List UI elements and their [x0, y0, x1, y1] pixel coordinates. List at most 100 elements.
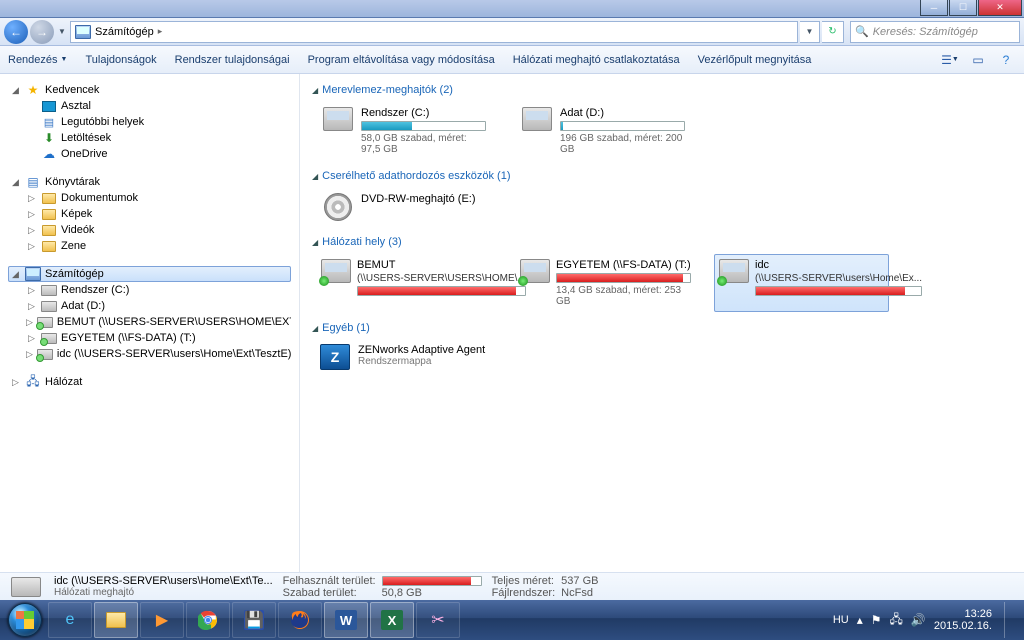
zenworks-item[interactable]: Z ZENworks Adaptive Agent Rendszermappa [316, 340, 536, 374]
address-bar[interactable]: Számítógép ▸ [70, 21, 798, 43]
explorer-icon [104, 608, 128, 632]
network-icon: 🖧 [25, 375, 41, 389]
back-button[interactable]: ← [4, 20, 28, 44]
language-indicator[interactable]: HU [833, 614, 849, 626]
star-icon: ★ [25, 83, 41, 97]
navigation-tree: ◢★Kedvencek Asztal ▤Legutóbbi helyek ⬇Le… [0, 74, 300, 572]
show-desktop-button[interactable] [1004, 602, 1014, 638]
taskbar-ie[interactable]: e [48, 602, 92, 638]
zenworks-icon: Z [320, 344, 350, 370]
content-pane: ◢Merevlemez-meghajtók (2) Rendszer (C:) … [300, 74, 1024, 572]
taskbar-save-icon[interactable]: 💾 [232, 602, 276, 638]
tray-up-icon[interactable]: ▴ [857, 613, 863, 627]
close-button[interactable]: ✕ [978, 0, 1022, 16]
section-network[interactable]: ◢Hálózati hely (3) [312, 236, 1012, 248]
sidebar-item-videos[interactable]: ▷Videók [8, 222, 291, 238]
taskbar-chrome[interactable] [186, 602, 230, 638]
media-player-icon: ▶ [150, 608, 174, 632]
folder-icon [42, 209, 56, 220]
taskbar-excel[interactable]: X [370, 602, 414, 638]
taskbar-firefox[interactable] [278, 602, 322, 638]
excel-icon: X [381, 610, 403, 630]
details-fs-value: NcFsd [561, 587, 598, 599]
sidebar-item-drive-t[interactable]: ▷EGYETEM (\\FS-DATA) (T:) [8, 330, 291, 346]
section-removable[interactable]: ◢Cserélhető adathordozós eszközök (1) [312, 170, 1012, 182]
section-hdd[interactable]: ◢Merevlemez-meghajtók (2) [312, 84, 1012, 96]
taskbar-snipping[interactable]: ✂ [416, 602, 460, 638]
nav-history-dropdown[interactable]: ▼ [56, 21, 68, 43]
minimize-button[interactable]: ─ [920, 0, 948, 16]
windows-orb-icon [8, 603, 42, 637]
sidebar-item-onedrive[interactable]: ☁OneDrive [8, 146, 291, 162]
sidebar-item-drive-d[interactable]: ▷Adat (D:) [8, 298, 291, 314]
forward-button[interactable]: → [30, 20, 54, 44]
libraries-group[interactable]: ◢▤Könyvtárak [8, 174, 291, 190]
sidebar-item-desktop[interactable]: Asztal [8, 98, 291, 114]
sidebar-item-pictures[interactable]: ▷Képek [8, 206, 291, 222]
chevron-down-icon: ▼ [61, 56, 68, 63]
section-other[interactable]: ◢Egyéb (1) [312, 322, 1012, 334]
sidebar-item-documents[interactable]: ▷Dokumentumok [8, 190, 291, 206]
open-control-panel-button[interactable]: Vezérlőpult megnyitása [698, 54, 812, 66]
drive-icon [41, 301, 57, 312]
collapse-icon: ◢ [312, 238, 318, 247]
details-type: Hálózati meghajtó [54, 587, 273, 598]
sidebar-item-computer[interactable]: ◢Számítógép [8, 266, 291, 282]
breadcrumb-arrow-icon[interactable]: ▸ [158, 26, 163, 37]
drive-dvd[interactable]: DVD-RW-meghajtó (E:) [316, 188, 491, 226]
details-pane: idc (\\USERS-SERVER\users\Home\Ext\Te...… [0, 572, 1024, 600]
usage-bar [556, 273, 691, 283]
sidebar-item-network[interactable]: ▷🖧Hálózat [8, 374, 291, 390]
volume-icon[interactable]: 🔊 [911, 613, 926, 627]
details-drive-icon [8, 575, 44, 599]
window-titlebar: ─ ☐ ✕ [0, 0, 1024, 18]
hdd-icon [522, 107, 552, 131]
usage-bar [560, 121, 685, 131]
taskbar-word[interactable]: W [324, 602, 368, 638]
firefox-icon [288, 608, 312, 632]
taskbar-media[interactable]: ▶ [140, 602, 184, 638]
view-options-button[interactable]: ☰▼ [940, 50, 960, 70]
floppy-icon: 💾 [244, 610, 264, 630]
ie-icon: e [58, 608, 82, 632]
help-button[interactable]: ? [996, 50, 1016, 70]
organize-menu[interactable]: Rendezés ▼ [8, 54, 67, 66]
sidebar-item-drive-z[interactable]: ▷idc (\\USERS-SERVER\users\Home\Ext\Tesz… [8, 346, 291, 362]
folder-icon [42, 225, 56, 236]
uninstall-program-button[interactable]: Program eltávolítása vagy módosítása [308, 54, 495, 66]
sidebar-item-music[interactable]: ▷Zene [8, 238, 291, 254]
details-free-label: Szabad terület: [283, 587, 376, 599]
clock[interactable]: 13:26 2015.02.16. [934, 608, 992, 632]
favorites-group[interactable]: ◢★Kedvencek [8, 82, 291, 98]
details-usage-bar [382, 576, 482, 586]
search-input[interactable]: 🔍 Keresés: Számítógép [850, 21, 1020, 43]
onedrive-icon: ☁ [41, 147, 57, 161]
taskbar-explorer[interactable] [94, 602, 138, 638]
details-fs-label: Fájlrendszer: [492, 587, 556, 599]
refresh-button[interactable]: ↻ [822, 21, 844, 43]
desktop-icon [42, 101, 56, 112]
network-drive-icon [41, 333, 57, 344]
preview-pane-button[interactable]: ▭ [968, 50, 988, 70]
sidebar-item-recent[interactable]: ▤Legutóbbi helyek [8, 114, 291, 130]
drive-d[interactable]: Adat (D:) 196 GB szabad, méret: 200 GB [515, 102, 690, 160]
maximize-button[interactable]: ☐ [949, 0, 977, 16]
system-properties-button[interactable]: Rendszer tulajdonságai [175, 54, 290, 66]
details-used-label: Felhasznált terület: [283, 575, 376, 587]
drive-c[interactable]: Rendszer (C:) 58,0 GB szabad, méret: 97,… [316, 102, 491, 160]
properties-button[interactable]: Tulajdonságok [85, 54, 156, 66]
drive-idc[interactable]: idc (\\USERS-SERVER\users\Home\Ex... [714, 254, 889, 312]
map-network-drive-button[interactable]: Hálózati meghajtó csatlakoztatása [513, 54, 680, 66]
sidebar-item-drive-s[interactable]: ▷BEMUT (\\USERS-SERVER\USERS\HOME\EXT) (… [8, 314, 291, 330]
flag-icon[interactable]: ⚑ [871, 613, 882, 627]
search-placeholder: Keresés: Számítógép [873, 26, 978, 38]
start-button[interactable] [4, 602, 46, 638]
sidebar-item-drive-c[interactable]: ▷Rendszer (C:) [8, 282, 291, 298]
address-dropdown[interactable]: ▼ [800, 21, 820, 43]
network-tray-icon[interactable]: 🖧 [890, 610, 903, 631]
drive-egyetem[interactable]: EGYETEM (\\FS-DATA) (T:) 13,4 GB szabad,… [515, 254, 690, 312]
command-toolbar: Rendezés ▼ Tulajdonságok Rendszer tulajd… [0, 46, 1024, 74]
sidebar-item-downloads[interactable]: ⬇Letöltések [8, 130, 291, 146]
system-tray: HU ▴ ⚑ 🖧 🔊 13:26 2015.02.16. [833, 602, 1020, 638]
drive-bemut[interactable]: BEMUT (\\USERS-SERVER\USERS\HOME\... [316, 254, 491, 312]
